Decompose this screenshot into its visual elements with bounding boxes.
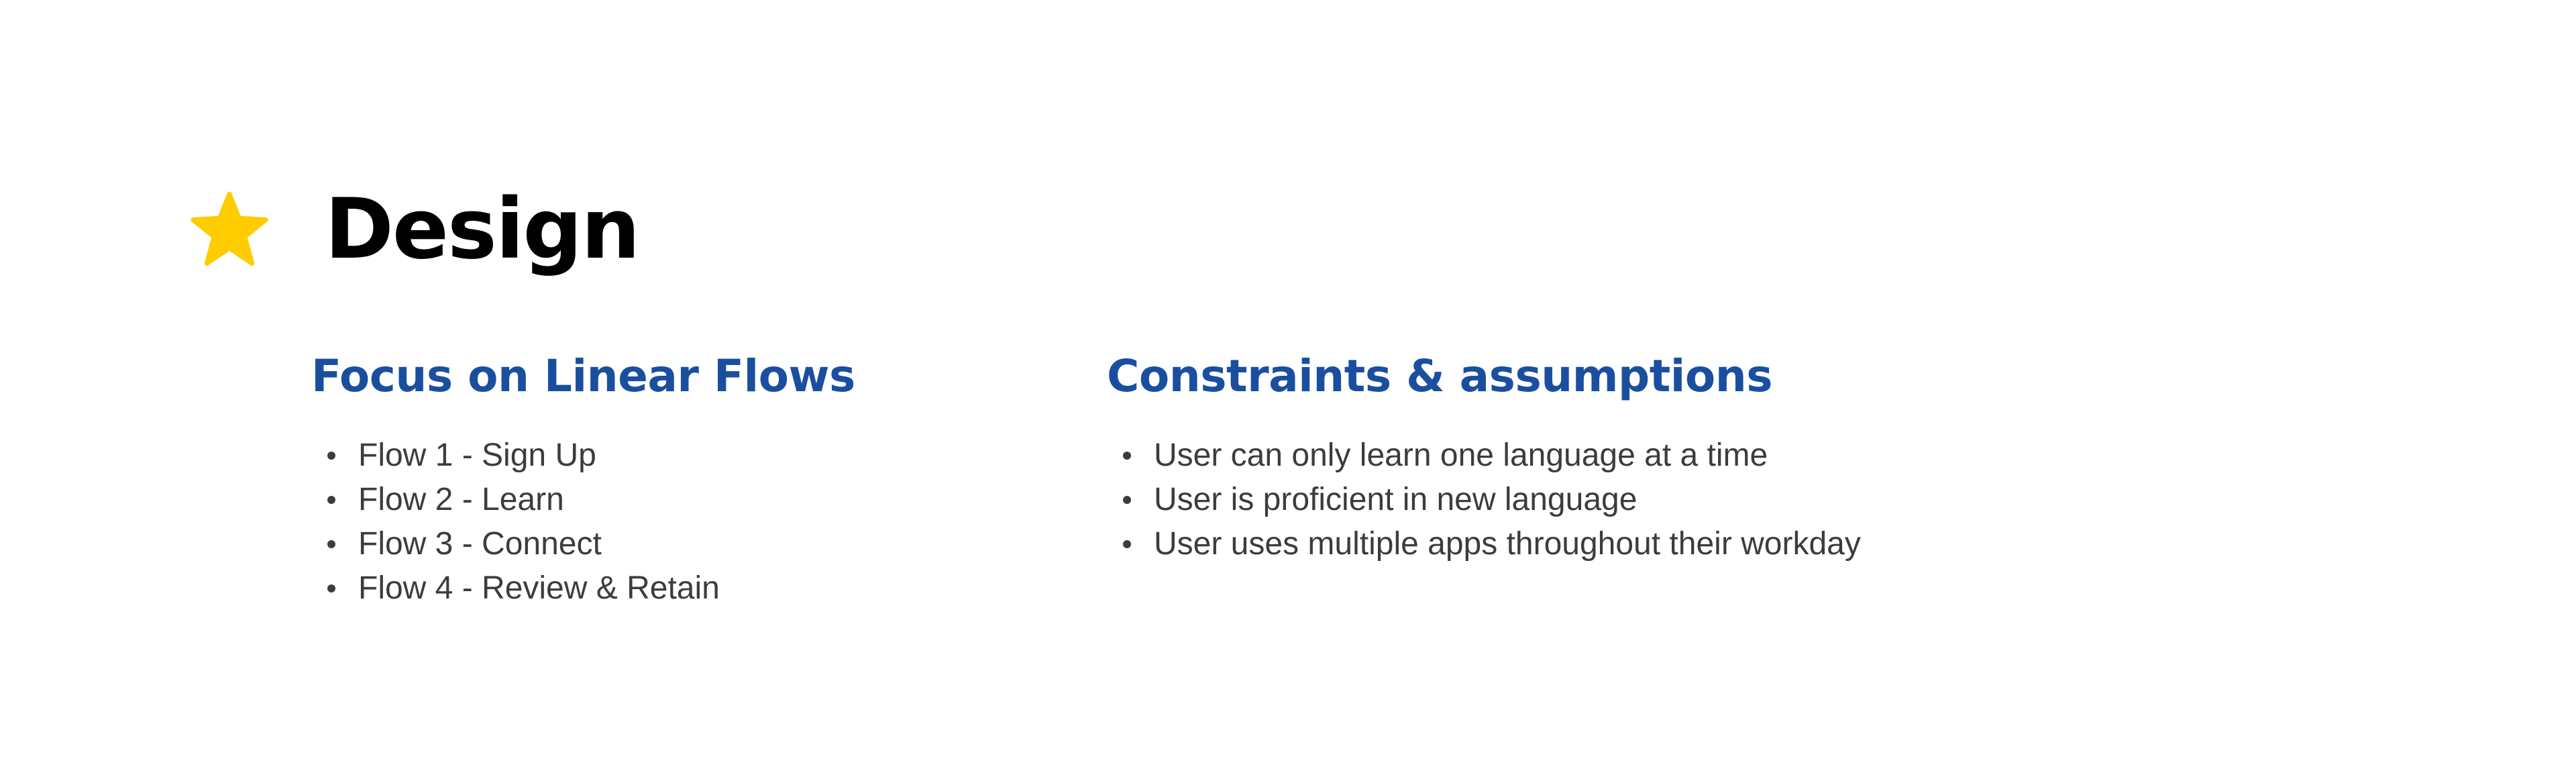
bullet-icon	[327, 584, 335, 592]
bullet-icon	[1123, 452, 1131, 460]
list-item-text: User is proficient in new language	[1154, 482, 1638, 517]
list-item-text: Flow 1 - Sign Up	[358, 437, 596, 473]
constraints-list: User can only learn one language at a ti…	[1107, 433, 1861, 566]
bullet-icon	[1123, 540, 1131, 548]
list-item: Flow 4 - Review & Retain	[327, 566, 855, 611]
list-item-text: User uses multiple apps throughout their…	[1154, 526, 1861, 562]
bullet-icon	[1123, 496, 1131, 504]
page-title: Design	[325, 181, 640, 278]
section-heading: Constraints & assumptions	[1107, 350, 1773, 402]
list-item: Flow 1 - Sign Up	[327, 433, 855, 478]
slide-header: Design	[189, 176, 640, 283]
slide: Design Focus on Linear Flows Flow 1 - Si…	[0, 0, 2576, 773]
section-heading: Focus on Linear Flows	[311, 350, 855, 402]
star-icon	[191, 191, 268, 266]
list-item-text: Flow 3 - Connect	[358, 526, 602, 562]
section-linear-flows: Focus on Linear Flows Flow 1 - Sign Up F…	[311, 346, 855, 611]
list-item: User is proficient in new language	[1123, 478, 1861, 522]
list-item-text: Flow 2 - Learn	[358, 482, 564, 517]
bullet-icon	[327, 540, 335, 548]
list-item-text: Flow 4 - Review & Retain	[358, 570, 720, 606]
list-item: Flow 2 - Learn	[327, 478, 855, 522]
list-item-text: User can only learn one language at a ti…	[1154, 437, 1768, 473]
bullet-icon	[327, 496, 335, 504]
bullet-icon	[327, 452, 335, 460]
flows-list: Flow 1 - Sign Up Flow 2 - Learn Flow 3 -…	[311, 433, 855, 611]
list-item: User can only learn one language at a ti…	[1123, 433, 1861, 478]
section-constraints: Constraints & assumptions User can only …	[1107, 346, 1861, 566]
list-item: Flow 3 - Connect	[327, 522, 855, 566]
list-item: User uses multiple apps throughout their…	[1123, 522, 1861, 566]
